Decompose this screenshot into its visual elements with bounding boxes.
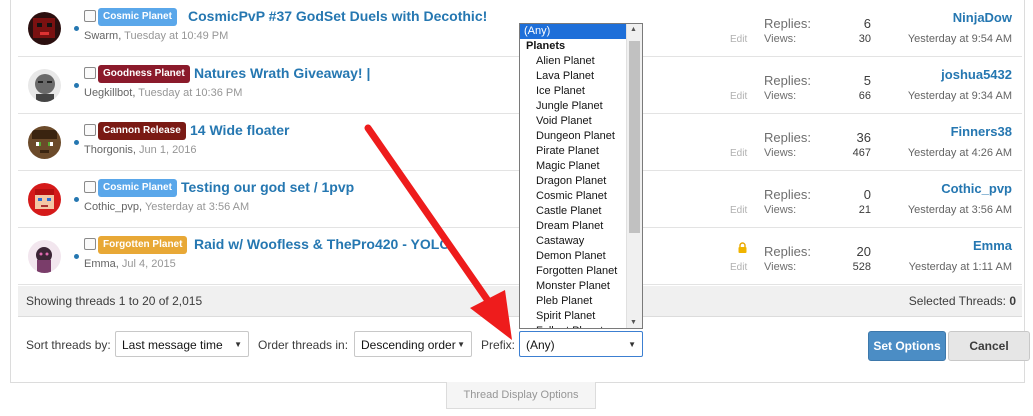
red-arrow-annotation (364, 124, 512, 340)
